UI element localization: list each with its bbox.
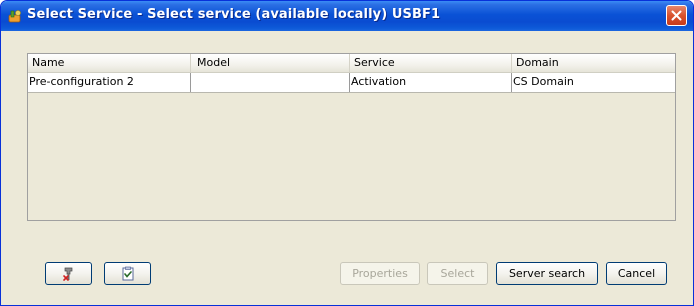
- cell-name: Pre-configuration 2: [28, 73, 191, 92]
- server-search-button[interactable]: Server search: [496, 262, 598, 285]
- dialog-content: Name Model Service Domain Pre-configurat…: [4, 31, 690, 304]
- column-header-model[interactable]: Model: [191, 54, 350, 72]
- select-button[interactable]: Select: [427, 262, 488, 285]
- table-header: Name Model Service Domain: [28, 54, 675, 73]
- column-header-service[interactable]: Service: [350, 54, 512, 72]
- tool-app-icon: [8, 10, 21, 23]
- column-header-domain[interactable]: Domain: [512, 54, 675, 72]
- close-button[interactable]: [666, 5, 687, 26]
- column-header-name[interactable]: Name: [28, 54, 191, 72]
- cancel-button[interactable]: Cancel: [606, 262, 667, 285]
- cell-domain: CS Domain: [513, 75, 574, 88]
- checklist-button[interactable]: [104, 262, 151, 285]
- window-title: Select Service - Select service (availab…: [27, 7, 441, 22]
- tool-settings-button[interactable]: [45, 262, 92, 285]
- select-service-dialog: Select Service - Select service (availab…: [0, 0, 694, 306]
- wrench-tool-icon: [62, 267, 72, 281]
- checklist-icon: [122, 266, 133, 280]
- services-table[interactable]: Name Model Service Domain Pre-configurat…: [27, 53, 676, 221]
- close-icon: [671, 10, 682, 21]
- properties-button[interactable]: Properties: [340, 262, 420, 285]
- cell-service: Activation: [350, 73, 512, 92]
- title-bar[interactable]: Select Service - Select service (availab…: [1, 1, 693, 31]
- cell-model: [191, 73, 350, 92]
- table-row[interactable]: Pre-configuration 2 Activation CS Domain: [28, 73, 675, 93]
